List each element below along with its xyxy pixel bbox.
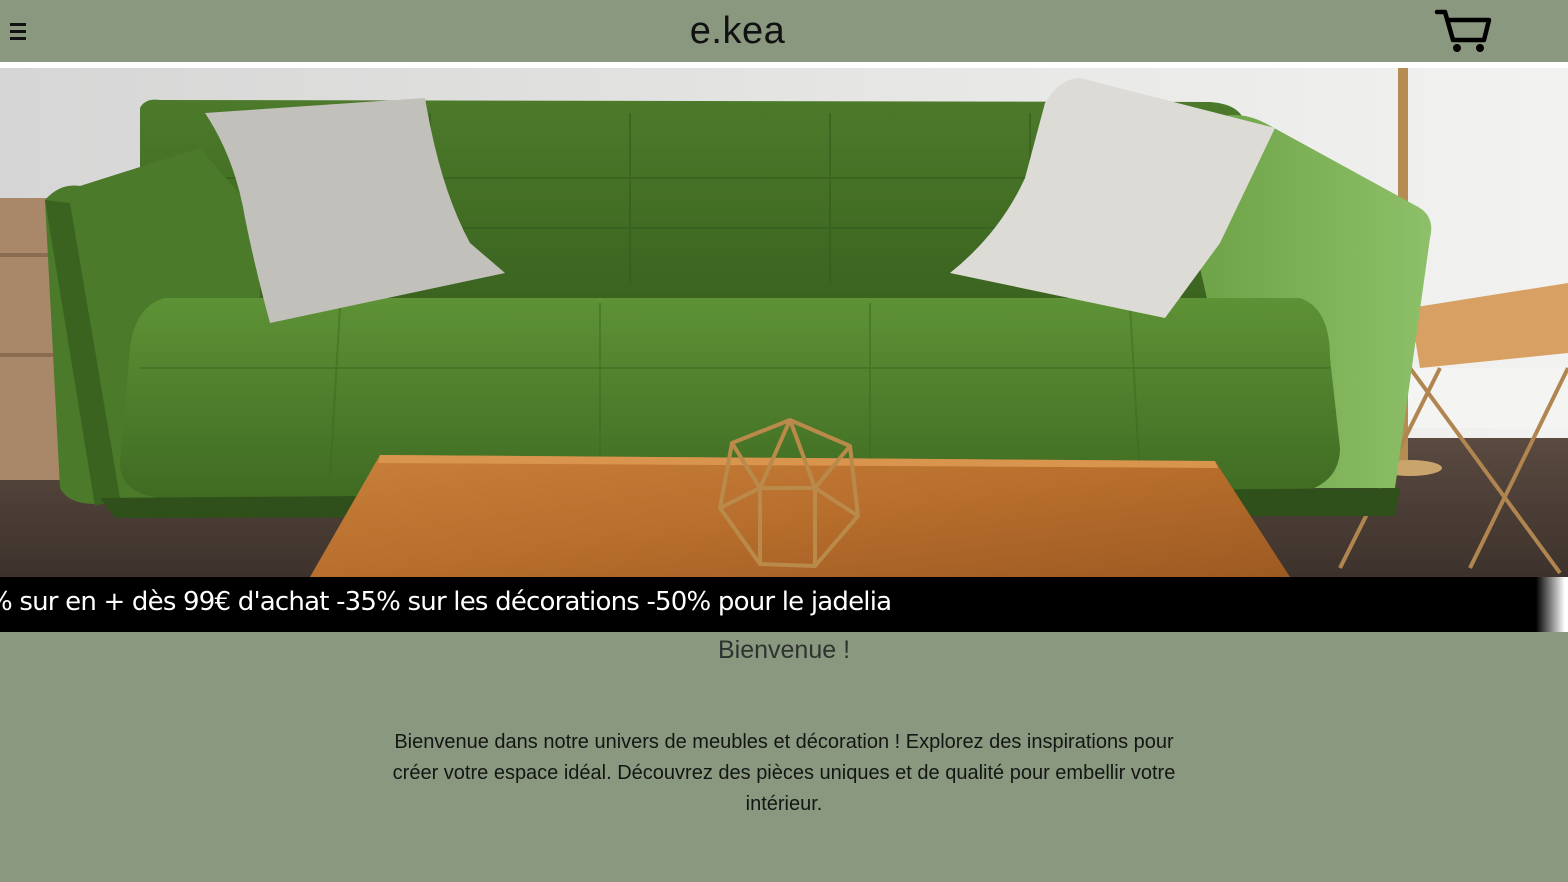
welcome-title: Bienvenue ! [717, 636, 851, 664]
hero-banner-image [0, 68, 1568, 577]
welcome-text: Bienvenue dans notre univers de meubles … [392, 731, 1176, 815]
site-logo[interactable]: e.kea [0, 10, 1475, 53]
promo-ticker-text: % sur en + dès 99€ d'achat -35% sur les … [0, 587, 892, 617]
ticker-fade [1536, 577, 1568, 632]
promo-ticker: % sur en + dès 99€ d'achat -35% sur les … [0, 577, 1568, 632]
site-header: e.kea [0, 0, 1568, 62]
shopping-cart-icon[interactable] [1434, 7, 1492, 55]
